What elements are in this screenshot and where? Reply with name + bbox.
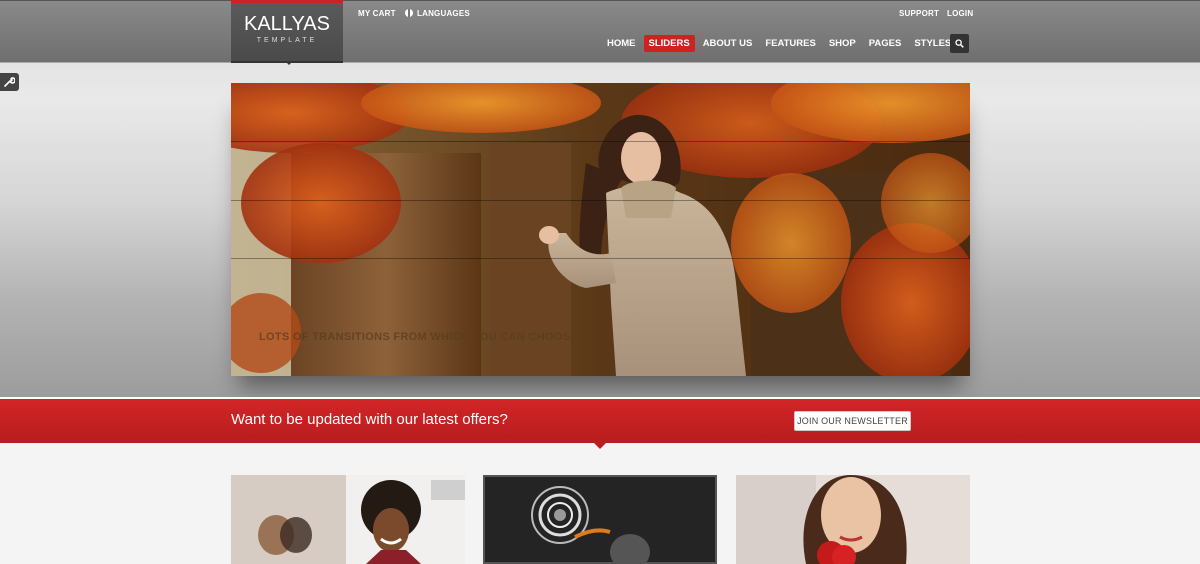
nav-item-pages[interactable]: PAGES bbox=[864, 35, 907, 52]
logo-subtitle: TEMPLATE bbox=[256, 37, 318, 44]
newsletter-bar: Want to be updated with our latest offer… bbox=[0, 397, 1200, 443]
newsletter-pointer bbox=[594, 443, 606, 449]
login-link[interactable]: LOGIN bbox=[947, 9, 973, 18]
feature-thumb-tech[interactable] bbox=[483, 475, 717, 564]
slice-divider bbox=[231, 258, 970, 259]
newsletter-text: Want to be updated with our latest offer… bbox=[231, 411, 508, 428]
search-icon bbox=[955, 39, 964, 48]
nav-item-sliders[interactable]: SLIDERS bbox=[643, 35, 695, 52]
main-nav: HOME SLIDERS ABOUT US FEATURES SHOP PAGE… bbox=[602, 34, 959, 53]
support-link[interactable]: SUPPORT bbox=[899, 9, 939, 18]
site-logo[interactable]: KALLYAS TEMPLATE bbox=[231, 0, 343, 62]
languages-label: LANGUAGES bbox=[417, 9, 470, 18]
feature-thumb-woman[interactable] bbox=[736, 475, 970, 564]
my-cart-link[interactable]: MY CART bbox=[358, 9, 396, 18]
slider-caption: LOTS OF TRANSITIONS FROM WHICH YOU CAN C… bbox=[259, 331, 578, 343]
languages-link[interactable]: LANGUAGES bbox=[405, 9, 470, 18]
hero-slider[interactable]: LOTS OF TRANSITIONS FROM WHICH YOU CAN C… bbox=[231, 83, 970, 376]
nav-item-features[interactable]: FEATURES bbox=[760, 35, 821, 52]
people-image bbox=[231, 475, 465, 564]
slice-divider bbox=[231, 141, 970, 142]
search-button[interactable] bbox=[950, 34, 969, 53]
nav-item-home[interactable]: HOME bbox=[602, 35, 641, 52]
slice-divider bbox=[231, 200, 970, 201]
logo-pointer bbox=[285, 61, 293, 65]
nav-item-about-us[interactable]: ABOUT US bbox=[698, 35, 758, 52]
globe-icon bbox=[405, 9, 413, 17]
nav-item-shop[interactable]: SHOP bbox=[824, 35, 861, 52]
join-newsletter-button[interactable]: JOIN OUR NEWSLETTER bbox=[794, 411, 911, 431]
woman-apple-image bbox=[736, 475, 970, 564]
feature-thumb-people[interactable] bbox=[231, 475, 465, 564]
wrench-icon bbox=[4, 77, 15, 87]
tech-image bbox=[485, 477, 715, 562]
style-switcher-button[interactable] bbox=[0, 73, 19, 91]
logo-title: KALLYAS bbox=[244, 13, 330, 35]
